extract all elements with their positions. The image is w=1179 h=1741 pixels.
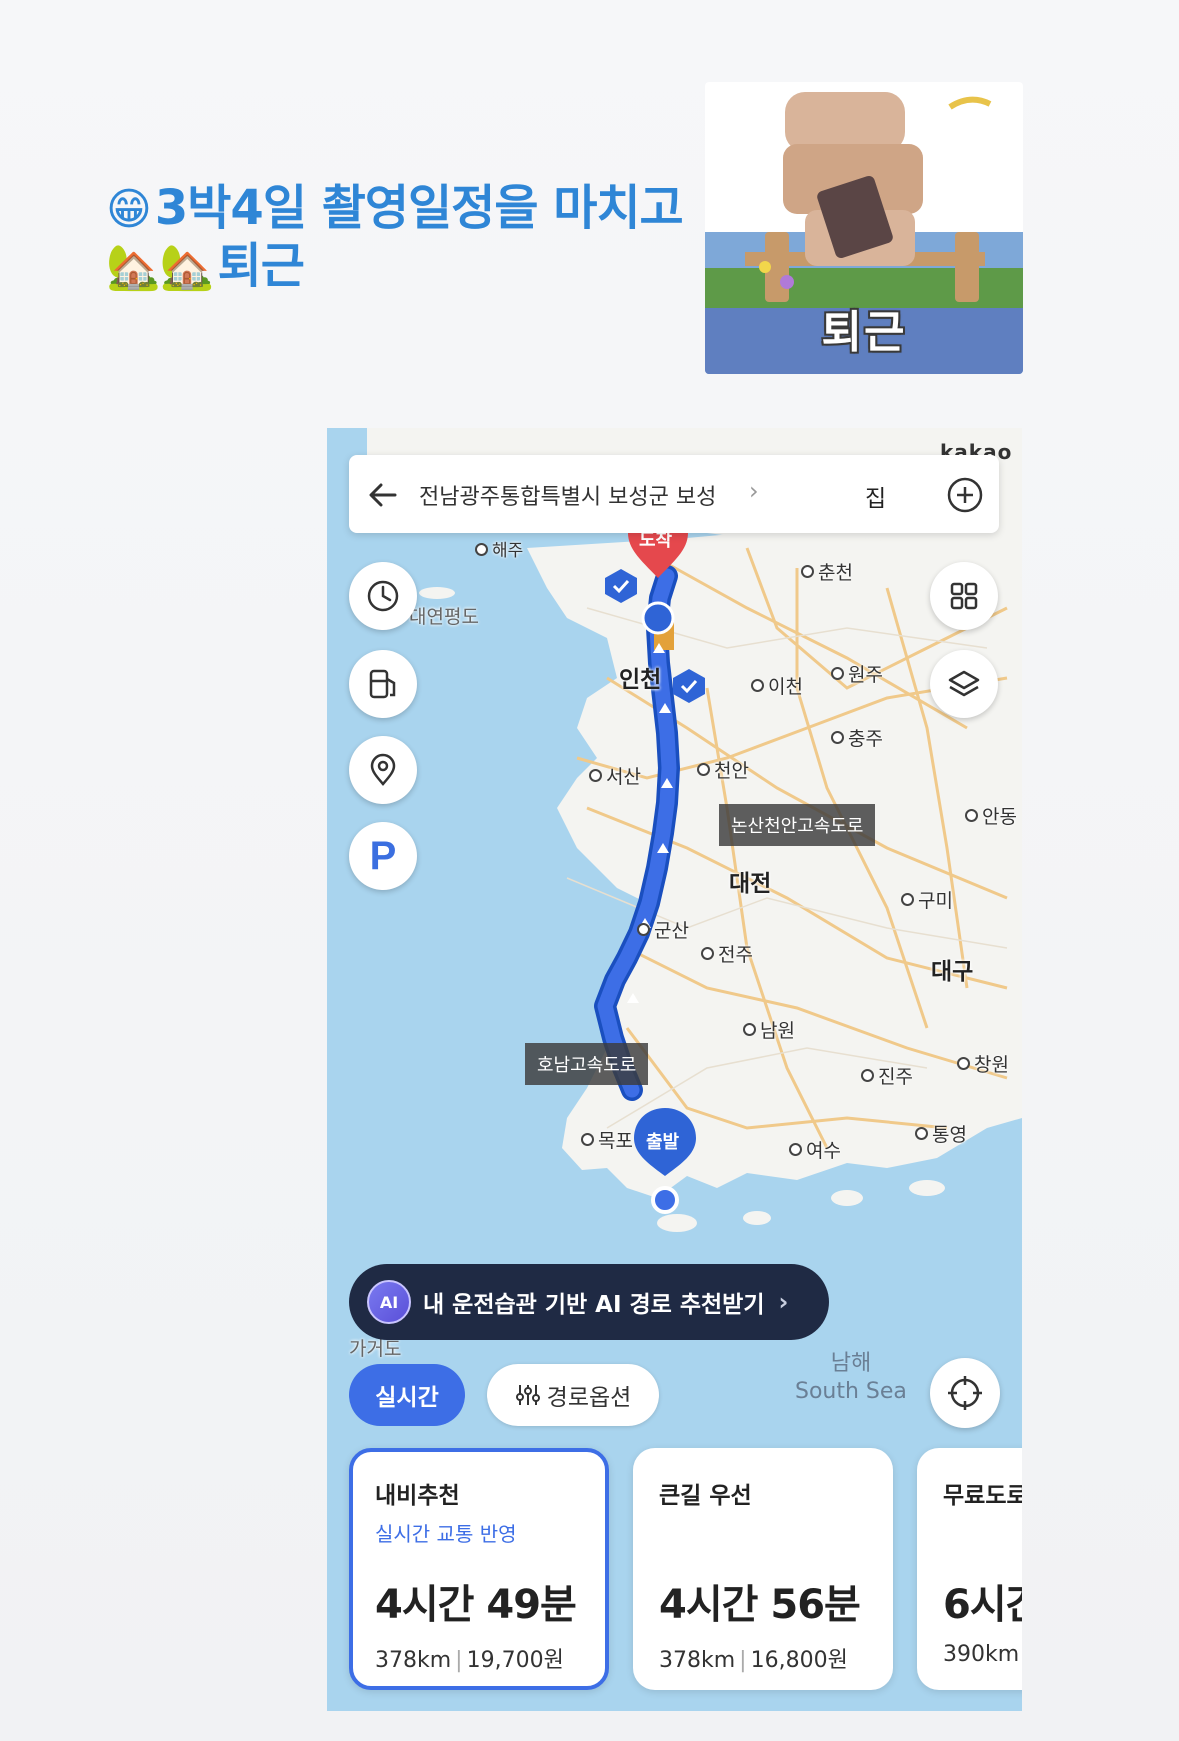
tab-realtime[interactable]: 실시간 (349, 1364, 465, 1426)
ai-banner-text: 내 운전습관 기반 AI 경로 추천받기 (423, 1292, 765, 1318)
city-label: 창원 (957, 1050, 1009, 1077)
road-label: 호남고속도로 (525, 1043, 649, 1085)
route-card-title: 내비추천 (375, 1483, 460, 1509)
story-caption-line2: 🏡🏡퇴근 (106, 226, 305, 296)
current-location-button[interactable] (930, 1358, 1000, 1428)
city-label: 천안 (697, 756, 749, 783)
route-card[interactable]: 큰길 우선 4시간 56분 378km | 16,800원 (633, 1448, 893, 1690)
route-card[interactable]: 무료도로 6시간 390km (917, 1448, 1022, 1690)
route-search-bar[interactable]: 전남광주통합특별시 보성군 보성 › 집 (349, 455, 999, 533)
city-label: 구미 (901, 886, 953, 913)
route-options-button[interactable]: 경로옵션 (487, 1364, 659, 1426)
city-label: 군산 (637, 916, 689, 943)
city-label: 전주 (701, 940, 753, 967)
route-card[interactable]: 내비추천 실시간 교통 반영 4시간 49분 378km | 19,700원 (349, 1448, 609, 1690)
route-card-duration: 4시간 49분 (375, 1582, 577, 1628)
ai-badge-icon: AI (367, 1280, 411, 1324)
city-label: 충주 (831, 724, 883, 751)
city-label: 안동 (965, 802, 1017, 829)
map-app-screenshot: 도착 출발 춘천 인천 원주 이천 충주 서산 천안 안동 대전 구미 군산 전… (327, 428, 1022, 1711)
menu-button[interactable] (930, 562, 998, 630)
route-card-subtitle (659, 1518, 867, 1544)
chevron-right-icon: › (749, 477, 759, 505)
city-label: 진주 (861, 1062, 913, 1089)
route-card-duration: 6시간 (943, 1582, 1022, 1628)
route-card-meta: 390km (943, 1642, 1020, 1667)
add-waypoint-icon[interactable] (945, 475, 985, 515)
location-pin-icon (370, 753, 396, 786)
route-card-subtitle (943, 1518, 1022, 1544)
parking-button[interactable]: P (349, 822, 417, 890)
gas-station-button[interactable] (349, 650, 417, 718)
city-label: 대전 (729, 871, 772, 897)
departure-time-button[interactable] (349, 562, 417, 630)
city-label: 춘천 (801, 558, 853, 585)
city-label: 통영 (915, 1120, 967, 1147)
city-label: 서산 (589, 762, 641, 789)
destination-field[interactable]: 집 (865, 479, 886, 513)
city-label: 대구 (931, 959, 974, 985)
route-card-duration: 4시간 56분 (659, 1582, 861, 1628)
ai-route-recommend-banner[interactable]: AI 내 운전습관 기반 AI 경로 추천받기 › (349, 1264, 829, 1340)
city-label: 인천 (619, 667, 662, 693)
city-label: 남원 (743, 1016, 795, 1043)
route-card-meta: 378km | 19,700원 (375, 1648, 564, 1673)
departure-pin-label[interactable]: 출발 (646, 1128, 679, 1154)
route-card-meta: 378km | 16,800원 (659, 1648, 848, 1673)
house-emoji-icon: 🏡🏡 (106, 242, 215, 293)
city-label: 대연평도 (409, 606, 479, 628)
fuel-pump-icon (369, 669, 396, 699)
route-card-title: 큰길 우선 (659, 1483, 752, 1509)
sticker-image: 퇴근 (705, 82, 1023, 374)
places-button[interactable] (349, 736, 417, 804)
city-label: 원주 (831, 660, 883, 687)
layers-icon (948, 670, 980, 697)
chevron-right-icon: › (778, 1288, 789, 1316)
road-label: 논산천안고속도로 (719, 804, 876, 846)
sea-label: 남해 South Sea (795, 1351, 907, 1404)
back-arrow-icon[interactable] (363, 475, 403, 515)
grid-icon (950, 582, 978, 610)
route-card-subtitle: 실시간 교통 반영 (375, 1522, 517, 1546)
route-card-title: 무료도로 (943, 1483, 1022, 1509)
parking-icon: P (369, 833, 397, 878)
city-label: 목포 (581, 1126, 633, 1153)
city-label: 해주 (475, 536, 523, 561)
origin-field[interactable]: 전남광주통합특별시 보성군 보성 (419, 479, 749, 511)
sliders-icon (515, 1385, 540, 1405)
route-options-label: 경로옵션 (546, 1385, 632, 1411)
story-caption-text2: 퇴근 (217, 238, 305, 294)
map-layers-button[interactable] (930, 650, 998, 718)
city-label: 이천 (751, 672, 803, 699)
city-label: 여수 (789, 1136, 841, 1163)
clock-icon (367, 580, 399, 612)
sticker-caption: 퇴근 (821, 307, 907, 358)
crosshair-icon (948, 1376, 982, 1410)
